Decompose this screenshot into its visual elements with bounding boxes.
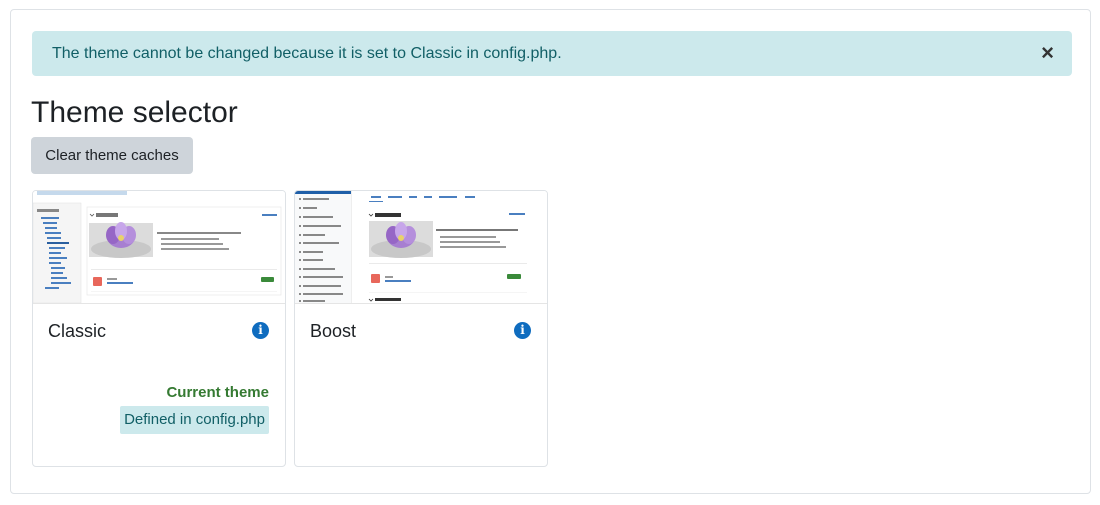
theme-name-classic: Classic <box>48 321 107 341</box>
classic-preview-image <box>33 191 285 303</box>
defined-in-config-badge: Defined in config.php <box>120 406 269 434</box>
alert-message: The theme cannot be changed because it i… <box>52 45 562 62</box>
info-icon[interactable]: i <box>514 322 531 339</box>
classic-screenshot-thumbnail[interactable] <box>33 191 285 304</box>
theme-card-boost: Boost i <box>294 190 548 467</box>
theme-selector-panel: The theme cannot be changed because it i… <box>10 9 1091 494</box>
current-theme-label: Current theme <box>166 384 269 401</box>
info-icon[interactable]: i <box>252 322 269 339</box>
boost-preview-image <box>295 191 547 303</box>
page-title: Theme selector <box>31 96 238 129</box>
clear-theme-caches-button[interactable]: Clear theme caches <box>31 137 193 174</box>
theme-name-boost: Boost <box>310 321 357 341</box>
theme-card-classic: Classic i Current theme Defined in confi… <box>32 190 286 467</box>
close-icon[interactable]: × <box>1041 42 1054 64</box>
info-alert: The theme cannot be changed because it i… <box>32 31 1072 76</box>
boost-screenshot-thumbnail[interactable] <box>295 191 547 304</box>
